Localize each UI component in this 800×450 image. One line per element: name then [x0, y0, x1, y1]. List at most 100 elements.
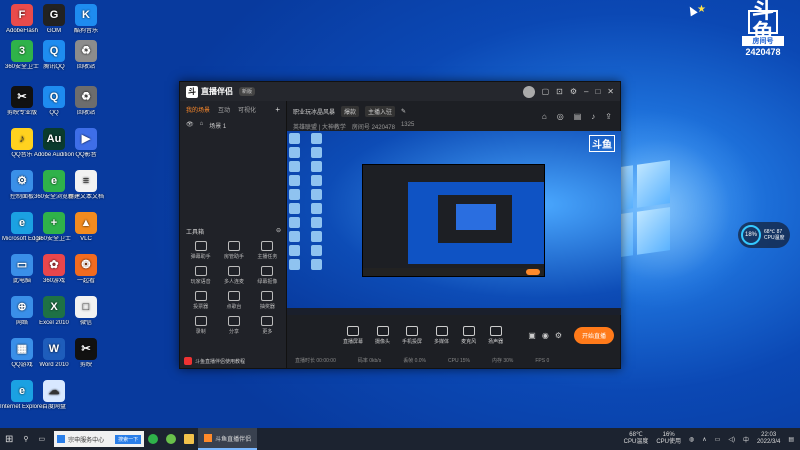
- shop-icon[interactable]: ⌂: [542, 112, 547, 121]
- source-label: 摄像头: [375, 338, 391, 345]
- desktop-icon[interactable]: ♻ 回收站: [64, 40, 108, 71]
- tool-item[interactable]: 主播任务: [251, 241, 284, 260]
- taskbar-edge-icon[interactable]: [144, 434, 162, 444]
- tool-item[interactable]: 房管助手: [217, 241, 250, 260]
- start-live-button[interactable]: 开始直播: [573, 326, 614, 344]
- live-companion-window[interactable]: 斗直播伴侣 新版 ▢ ⊡ ⚙ – □ ✕ 我的场景 互动 可视化 + 👁 ⌂ 场…: [179, 81, 621, 369]
- source-button[interactable]: 扬声器: [488, 325, 504, 345]
- minimize-icon[interactable]: –: [584, 87, 588, 96]
- cpu-widget[interactable]: 18% 68℃ 87 CPU温度: [738, 222, 790, 248]
- desktop-icon[interactable]: ▲ VLC: [64, 212, 108, 243]
- preview-desktop-icons: [289, 133, 329, 270]
- app-icon: e: [43, 170, 65, 192]
- left-panel: 我的场景 互动 可视化 + 👁 ⌂ 场景 1 工具箱 ⊖ 弹幕助手 房管助手 主播任务…: [180, 101, 287, 368]
- tool-icon: [227, 241, 240, 251]
- desktop-icon[interactable]: K 酷狗音乐: [64, 4, 108, 35]
- app-icon: ⚙: [11, 170, 33, 192]
- tool-icon: [194, 241, 207, 251]
- mouse-cursor: [686, 4, 698, 17]
- add-scene-icon[interactable]: +: [275, 105, 280, 114]
- chart-icon[interactable]: ▤: [574, 112, 582, 121]
- tool-item[interactable]: 录制: [184, 316, 217, 335]
- source-button[interactable]: 多媒体: [434, 325, 449, 345]
- edit-icon[interactable]: ✎: [401, 108, 406, 115]
- desktop-icon[interactable]: ♻ 回收站: [64, 86, 108, 117]
- avatar[interactable]: [522, 85, 535, 98]
- share-icon[interactable]: ⇪: [605, 112, 612, 121]
- tool-item[interactable]: 玩家语音: [184, 266, 217, 285]
- room-title[interactable]: 职业玩冰晶风暴: [293, 107, 335, 116]
- view-icon[interactable]: ◉: [542, 331, 549, 340]
- gear-icon[interactable]: ⚙: [555, 331, 562, 340]
- tools-toggle-icon[interactable]: ⊖: [276, 227, 281, 236]
- desktop-icon-label: 回收站: [76, 110, 95, 116]
- source-button[interactable]: 手机投屏: [402, 325, 422, 345]
- network-icon[interactable]: ▭: [715, 436, 721, 443]
- clock[interactable]: 22:03 2022/3/4: [757, 432, 780, 446]
- cpu-temp-label: CPU温度: [764, 235, 785, 241]
- desktop-icon[interactable]: ✂ 剪映: [64, 338, 108, 369]
- tray-temp[interactable]: 68℃ CPU温度: [624, 432, 649, 446]
- ime-icon[interactable]: 中: [743, 435, 749, 444]
- tray-chevron-icon[interactable]: ∧: [702, 436, 706, 443]
- tool-item[interactable]: 分享: [217, 316, 250, 335]
- tool-icon: [227, 316, 240, 326]
- tab-interact[interactable]: 互动: [218, 105, 230, 114]
- tray-cpu[interactable]: 16% CPU使用: [656, 432, 681, 446]
- tool-item[interactable]: 弹幕助手: [184, 241, 217, 260]
- tool-item[interactable]: 绿幕抠像: [251, 266, 284, 285]
- tool-item[interactable]: 点歌台: [217, 291, 250, 310]
- source-button[interactable]: 摄像头: [375, 325, 391, 345]
- search-go-button[interactable]: 搜索一下: [115, 434, 142, 444]
- title-bar[interactable]: 斗直播伴侣 新版 ▢ ⊡ ⚙ – □ ✕: [180, 82, 620, 101]
- beauty-icon[interactable]: ◎: [557, 112, 564, 121]
- notification-icon[interactable]: ▤: [788, 436, 794, 443]
- bell-icon[interactable]: ♪: [591, 112, 595, 121]
- category[interactable]: 英雄联盟 | 大神教学: [293, 122, 346, 131]
- source-button[interactable]: 麦克风: [461, 325, 476, 345]
- scene-row[interactable]: 👁 ⌂ 场景 1: [180, 118, 286, 133]
- version-badge[interactable]: 新版: [239, 87, 256, 96]
- close-icon[interactable]: ✕: [607, 87, 614, 96]
- tray-app-icon[interactable]: ◍: [689, 436, 694, 443]
- start-button[interactable]: ⊞: [0, 428, 18, 450]
- eye-icon[interactable]: 👁: [186, 121, 194, 130]
- tool-item[interactable]: 抽奖器: [251, 291, 284, 310]
- source-button[interactable]: 直播屏幕: [343, 325, 363, 345]
- room-tag[interactable]: 爆款: [341, 106, 360, 117]
- desktop-icon[interactable]: ▶ QQ影音: [64, 128, 108, 159]
- volume-icon[interactable]: ◁): [728, 436, 735, 443]
- desktop-icon[interactable]: ❂ 一起看: [64, 254, 108, 285]
- taskbar-folder-icon[interactable]: [180, 434, 198, 444]
- app-icon: W: [43, 338, 65, 360]
- room-sub[interactable]: 主播入驻: [365, 106, 396, 117]
- taskbar-live-app[interactable]: 斗鱼直播伴侣: [198, 428, 258, 450]
- tutorial-notice[interactable]: 斗鱼直播伴侣使用教程: [184, 357, 283, 365]
- tab-my-scenes[interactable]: 我的场景: [186, 105, 210, 114]
- app-icon: 3: [11, 40, 33, 62]
- taskbar-360-icon[interactable]: [162, 434, 180, 444]
- app-icon: □: [75, 296, 97, 318]
- source-label: 扬声器: [488, 338, 504, 345]
- desktop-icon[interactable]: □ 微信: [64, 296, 108, 327]
- search-box[interactable]: 宗申服务中心 搜索一下: [54, 431, 145, 447]
- lock-icon[interactable]: ⌂: [200, 121, 204, 130]
- tool-icon: [227, 266, 240, 276]
- tool-item[interactable]: 多人连麦: [217, 266, 250, 285]
- settings-icon[interactable]: ⚙: [570, 87, 577, 96]
- desktop-icon[interactable]: ☁ 百度网盘: [32, 380, 76, 411]
- record-icon[interactable]: ▣: [528, 331, 536, 340]
- message-icon[interactable]: ▢: [542, 87, 550, 96]
- tool-item[interactable]: 投票器: [184, 291, 217, 310]
- tab-visual[interactable]: 可视化: [238, 105, 256, 114]
- stream-preview[interactable]: 斗鱼: [287, 131, 621, 315]
- app-icon: ☁: [43, 380, 65, 402]
- notice-text: 斗鱼直播伴侣使用教程: [195, 358, 246, 365]
- tool-icon: [261, 316, 274, 326]
- search-icon[interactable]: ⚲: [18, 428, 33, 450]
- gift-icon[interactable]: ⊡: [556, 87, 563, 96]
- task-view-icon[interactable]: ▭: [34, 428, 51, 450]
- desktop-icon[interactable]: ≡ 新建文本文档: [64, 170, 108, 201]
- maximize-icon[interactable]: □: [595, 87, 600, 96]
- tool-item[interactable]: 更多: [251, 316, 284, 335]
